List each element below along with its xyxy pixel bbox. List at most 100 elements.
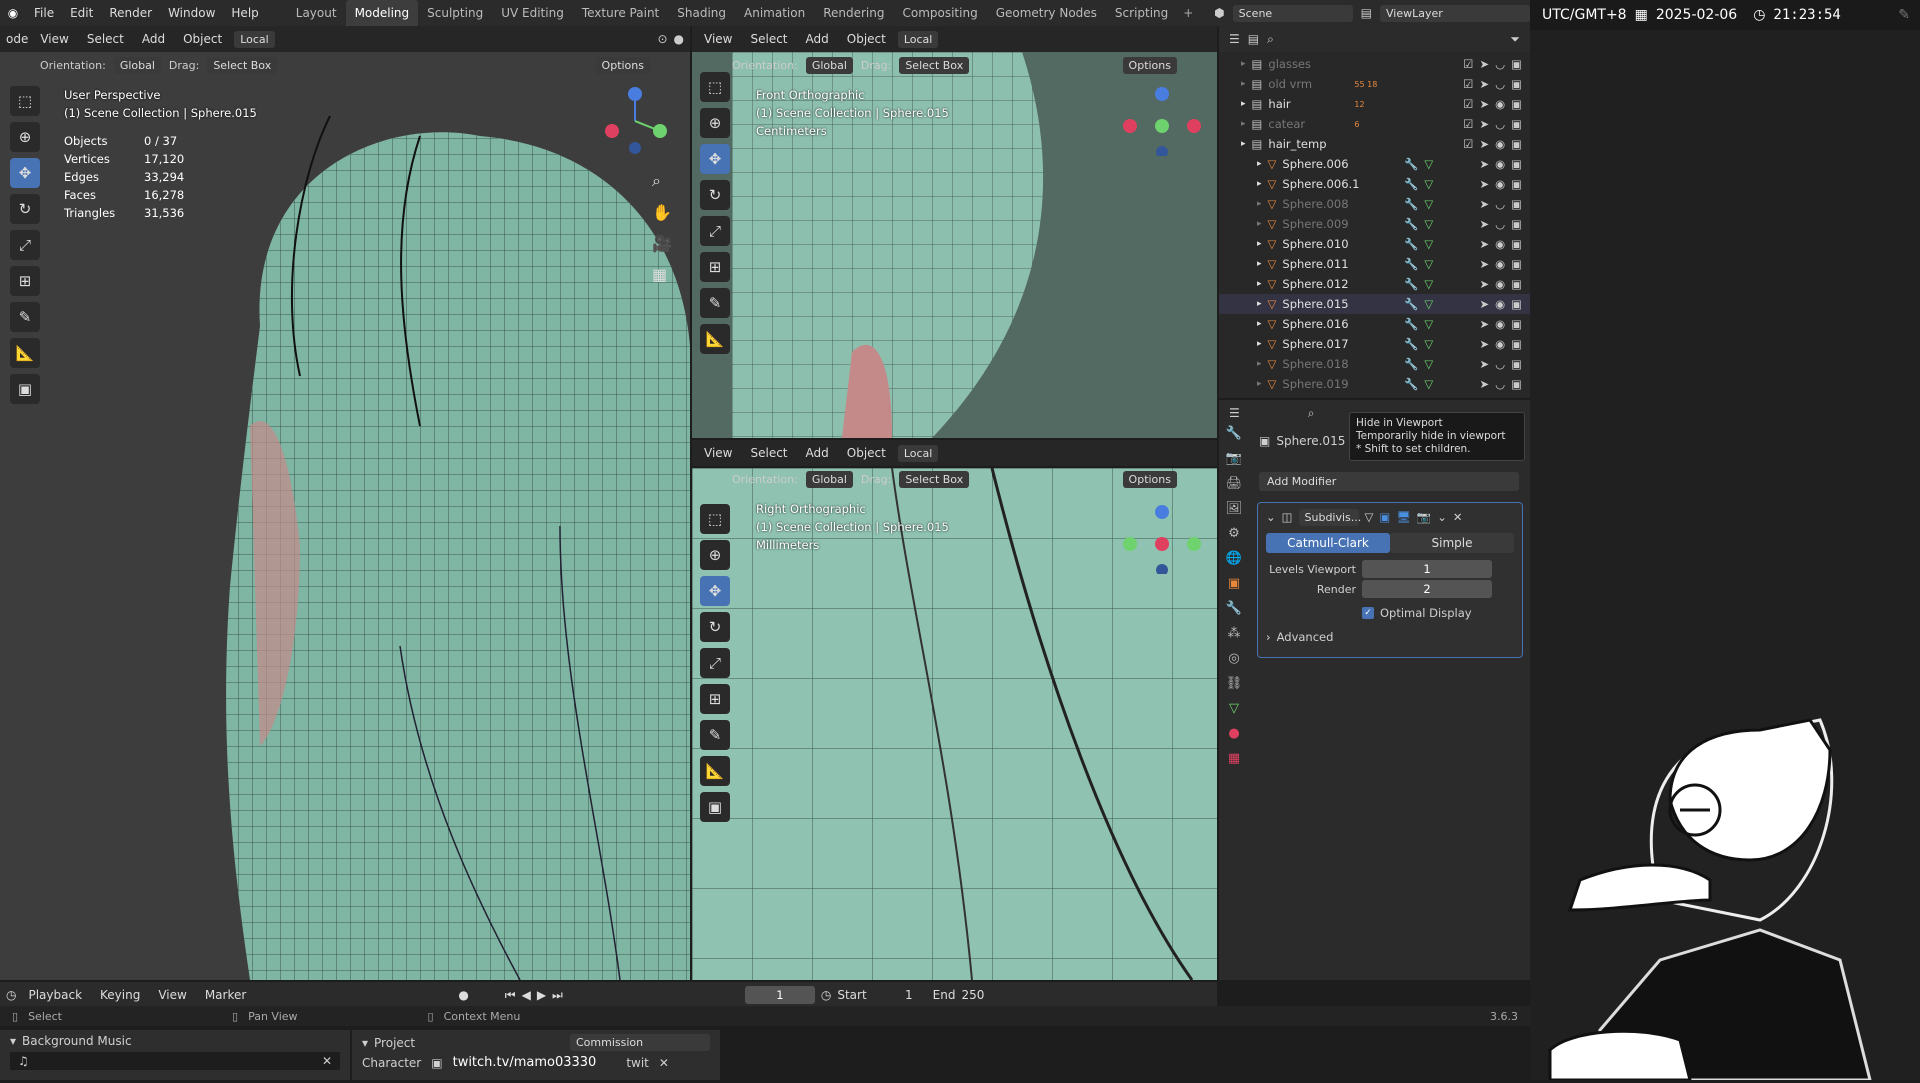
- outliner-row[interactable]: ▸ ▽ Sphere.006.1 🔧 ▽ ➤ ◉ ▣: [1219, 174, 1530, 194]
- expand-icon[interactable]: ▸: [1241, 139, 1246, 149]
- snap-icon[interactable]: ⊙: [657, 32, 667, 46]
- object-tab-icon[interactable]: ▣: [1228, 576, 1240, 591]
- drag-dropdown[interactable]: Select Box: [899, 56, 970, 74]
- outliner-row[interactable]: ▸ ▽ Sphere.016 🔧 ▽ ➤ ◉ ▣: [1219, 314, 1530, 334]
- outliner-row[interactable]: ▸ ▤ old vrm 55 18 ☑ ➤ ◡ ▣: [1219, 74, 1530, 94]
- workspace-tab-rendering[interactable]: Rendering: [814, 0, 893, 26]
- select-arrow-icon[interactable]: ➤: [1479, 137, 1489, 151]
- menu-object[interactable]: Object: [841, 32, 892, 46]
- scene-selector[interactable]: Scene: [1232, 4, 1353, 22]
- eye-icon[interactable]: ◉: [1495, 237, 1505, 251]
- constraints-tab-icon[interactable]: ⛓: [1226, 676, 1243, 691]
- scale-tool-icon[interactable]: ⤢: [10, 230, 40, 260]
- workspace-tab-layout[interactable]: Layout: [287, 0, 346, 26]
- eye-icon[interactable]: ◡: [1495, 197, 1505, 211]
- select-arrow-icon[interactable]: ➤: [1479, 157, 1489, 171]
- menu-select[interactable]: Select: [744, 446, 793, 460]
- outliner-row[interactable]: ▸ ▽ Sphere.017 🔧 ▽ ➤ ◉ ▣: [1219, 334, 1530, 354]
- project-dropdown[interactable]: Commission: [570, 1034, 710, 1051]
- expand-icon[interactable]: ▸: [1241, 119, 1246, 129]
- select-arrow-icon[interactable]: ➤: [1479, 97, 1489, 111]
- transform-pivot[interactable]: Local: [897, 30, 939, 48]
- marker-menu[interactable]: Marker: [199, 988, 252, 1002]
- simple-button[interactable]: Simple: [1390, 533, 1514, 553]
- select-arrow-icon[interactable]: ➤: [1479, 197, 1489, 211]
- expand-icon[interactable]: ▸: [1257, 319, 1262, 329]
- expand-icon[interactable]: ▸: [1257, 159, 1262, 169]
- select-arrow-icon[interactable]: ➤: [1479, 57, 1489, 71]
- move-tool-icon[interactable]: ✥: [700, 144, 730, 174]
- expand-icon[interactable]: ▸: [1257, 379, 1262, 389]
- eye-icon[interactable]: ◉: [1495, 337, 1505, 351]
- options-dropdown[interactable]: Options: [1122, 470, 1177, 488]
- shading-solid-icon[interactable]: ●: [674, 32, 684, 46]
- select-arrow-icon[interactable]: ➤: [1479, 257, 1489, 271]
- outliner-row[interactable]: ▸ ▽ Sphere.012 🔧 ▽ ➤ ◉ ▣: [1219, 274, 1530, 294]
- search-icon[interactable]: ⌕: [1267, 32, 1274, 47]
- annotate-tool-icon[interactable]: ✎: [700, 720, 730, 750]
- camera-icon[interactable]: ▣: [1511, 137, 1522, 151]
- workspace-tab-uv-editing[interactable]: UV Editing: [492, 0, 573, 26]
- workspace-tab-animation[interactable]: Animation: [735, 0, 814, 26]
- outliner-row[interactable]: ▸ ▽ Sphere.009 🔧 ▽ ➤ ◡ ▣: [1219, 214, 1530, 234]
- menu-window[interactable]: Window: [160, 0, 223, 26]
- front-viewport[interactable]: ⬚ ⊕ ✥ ↻ ⤢ ⊞ ✎ 📐 Front Orthographic (1) S…: [692, 52, 1217, 438]
- exclude-checkbox[interactable]: ☑: [1463, 77, 1473, 91]
- record-icon[interactable]: ●: [458, 988, 468, 1002]
- expand-icon[interactable]: ▸: [1257, 219, 1262, 229]
- camera-icon[interactable]: ▣: [1511, 197, 1522, 211]
- camera-icon[interactable]: ▣: [1511, 257, 1522, 271]
- workspace-tab-scripting[interactable]: Scripting: [1106, 0, 1177, 26]
- eye-icon[interactable]: ◡: [1495, 57, 1505, 71]
- front-navigation-gizmo[interactable]: [1122, 86, 1202, 156]
- collapse-icon[interactable]: ▾: [362, 1036, 368, 1050]
- expand-icon[interactable]: ▸: [1241, 79, 1246, 89]
- rotate-tool-icon[interactable]: ↻: [700, 612, 730, 642]
- scale-tool-icon[interactable]: ⤢: [700, 648, 730, 678]
- outliner-row[interactable]: ▸ ▤ glasses ☑ ➤ ◡ ▣: [1219, 54, 1530, 74]
- modifier-name[interactable]: Subdivis...: [1298, 508, 1361, 526]
- rotate-tool-icon[interactable]: ↻: [10, 194, 40, 224]
- outliner-row[interactable]: ▸ ▽ Sphere.018 🔧 ▽ ➤ ◡ ▣: [1219, 354, 1530, 374]
- playback-controls[interactable]: ⏮◀▶⏭: [505, 988, 569, 1003]
- scene-tab-icon[interactable]: ⚙: [1228, 526, 1240, 541]
- measure-tool-icon[interactable]: 📐: [700, 756, 730, 786]
- current-frame-field[interactable]: 1: [744, 986, 815, 1004]
- expand-icon[interactable]: ▸: [1257, 339, 1262, 349]
- select-arrow-icon[interactable]: ➤: [1479, 337, 1489, 351]
- filter-icon[interactable]: ⏷: [1510, 32, 1520, 47]
- optimal-display-checkbox[interactable]: ✓: [1362, 607, 1374, 619]
- camera-icon[interactable]: 🎥: [652, 234, 672, 253]
- cursor-tool-icon[interactable]: ⊕: [700, 540, 730, 570]
- menu-file[interactable]: File: [26, 0, 62, 26]
- workspace-tab-geometry-nodes[interactable]: Geometry Nodes: [987, 0, 1106, 26]
- mode-dropdown[interactable]: ode: [6, 32, 28, 46]
- menu-view[interactable]: View: [698, 446, 738, 460]
- eye-icon[interactable]: ◉: [1495, 257, 1505, 271]
- viewport-display-icon[interactable]: 🖥: [1396, 510, 1411, 524]
- drag-dropdown[interactable]: Select Box: [207, 56, 278, 74]
- eye-icon[interactable]: ◡: [1495, 117, 1505, 131]
- annotate-tool-icon[interactable]: ✎: [10, 302, 40, 332]
- menu-object[interactable]: Object: [841, 446, 892, 460]
- main-viewport[interactable]: ⬚ ⊕ ✥ ↻ ⤢ ⊞ ✎ 📐 ▣ User Perspective (1) S…: [0, 26, 690, 980]
- advanced-section[interactable]: Advanced: [1277, 630, 1334, 644]
- expand-chevron-icon[interactable]: ›: [1266, 630, 1271, 644]
- outliner-row[interactable]: ▸ ▽ Sphere.006 🔧 ▽ ➤ ◉ ▣: [1219, 154, 1530, 174]
- right-navigation-gizmo[interactable]: [1122, 504, 1202, 574]
- camera-icon[interactable]: ▣: [1511, 237, 1522, 251]
- cursor-tool-icon[interactable]: ⊕: [10, 122, 40, 152]
- pin-icon[interactable]: ✎: [1898, 7, 1910, 23]
- expand-icon[interactable]: ▸: [1241, 99, 1246, 109]
- outliner-row[interactable]: ▸ ▽ Sphere.019 🔧 ▽ ➤ ◡ ▣: [1219, 374, 1530, 394]
- material-tab-icon[interactable]: ●: [1228, 726, 1239, 741]
- select-arrow-icon[interactable]: ➤: [1479, 217, 1489, 231]
- timeline-editor-icon[interactable]: ◷: [6, 988, 16, 1002]
- expand-icon[interactable]: ▸: [1257, 259, 1262, 269]
- camera-icon[interactable]: ▣: [1511, 377, 1522, 391]
- eye-icon[interactable]: ◉: [1495, 137, 1505, 151]
- menu-add[interactable]: Add: [800, 32, 835, 46]
- expand-icon[interactable]: ▸: [1257, 359, 1262, 369]
- move-tool-icon[interactable]: ✥: [700, 576, 730, 606]
- viewlayer-icon[interactable]: ▤: [1361, 6, 1372, 20]
